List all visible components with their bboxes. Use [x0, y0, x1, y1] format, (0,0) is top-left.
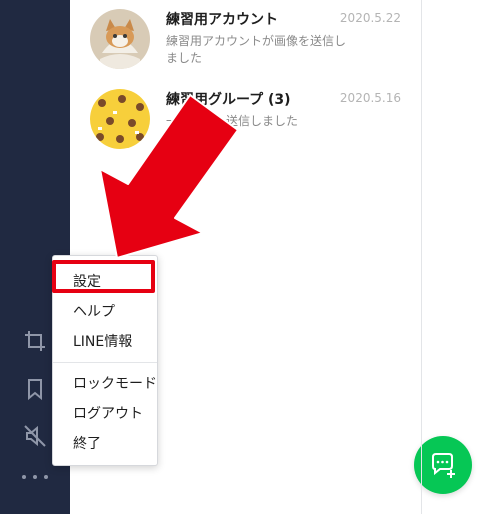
menu-item-lock-mode[interactable]: ロックモード: [73, 373, 157, 393]
chat-name: 練習用グループ (3): [166, 92, 291, 108]
more-icon[interactable]: [22, 470, 48, 484]
crop-icon[interactable]: [22, 328, 48, 354]
chat-date: 2020.5.22: [339, 11, 401, 25]
chat-list-item[interactable]: 練習用アカウント 練習用アカウントが画像を送信しました 2020.5.22: [70, 9, 422, 93]
bookmark-icon[interactable]: [22, 376, 48, 402]
menu-item-logout[interactable]: ログアウト: [73, 403, 143, 423]
new-chat-button[interactable]: [414, 436, 472, 494]
menu-item-quit[interactable]: 終了: [73, 433, 101, 453]
menu-divider: [53, 362, 157, 363]
avatar: [90, 9, 150, 69]
chat-date: 2020.5.16: [339, 91, 401, 105]
mute-icon[interactable]: [22, 423, 48, 449]
chat-name: 練習用アカウント: [166, 12, 278, 28]
menu-item-line-info[interactable]: LINE情報: [73, 331, 132, 351]
chat-list-item[interactable]: 練習用グループ (3) 一 送信しました 2020.5.16: [70, 89, 422, 173]
avatar: [90, 89, 150, 149]
panel-divider: [421, 0, 422, 514]
menu-item-help[interactable]: ヘルプ: [73, 301, 115, 321]
highlight-box: [52, 260, 155, 293]
new-chat-icon: [432, 453, 455, 478]
chat-preview: 練習用アカウントが画像を送信しました: [166, 34, 347, 65]
chat-preview: 一 送信しました: [166, 114, 299, 128]
